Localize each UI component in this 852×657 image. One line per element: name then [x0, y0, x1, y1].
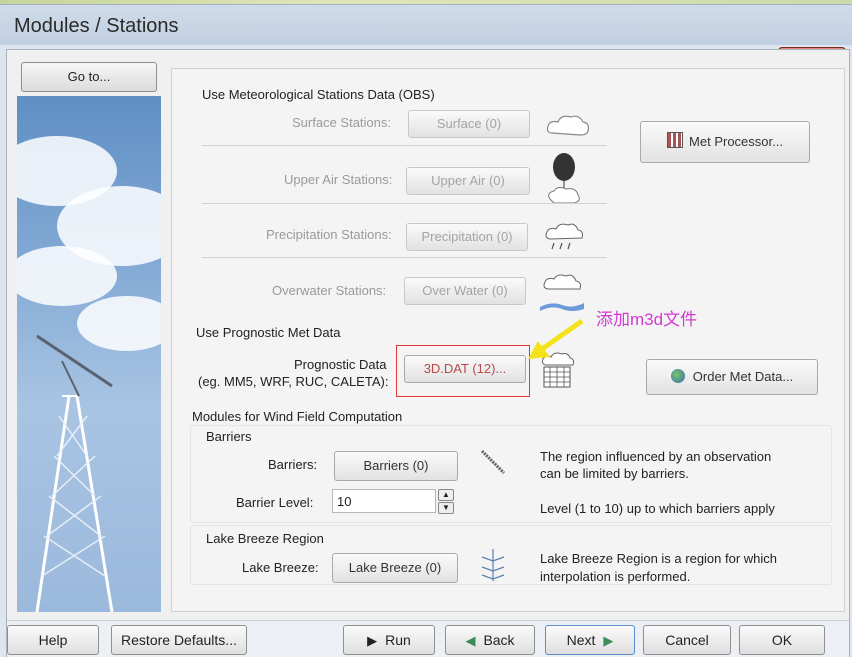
tower-image — [17, 96, 161, 612]
cancel-button[interactable]: Cancel — [643, 625, 731, 655]
prognostic-data-label: Prognostic Data — [294, 357, 387, 372]
surface-stations-label: Surface Stations: — [292, 115, 391, 130]
lake-breeze-label: Lake Breeze: — [242, 560, 319, 575]
surface-cloud-icon — [546, 115, 590, 136]
button-bar: Help Restore Defaults... ▶ Run ◀ Back Next… — [7, 620, 849, 657]
next-label: Next — [566, 632, 596, 648]
grid-icon — [667, 132, 684, 148]
precipitation-stations-label: Precipitation Stations: — [266, 227, 392, 242]
next-arrow-icon: ▶ — [603, 633, 614, 648]
back-label: Back — [483, 632, 515, 648]
upper-air-button[interactable]: Upper Air (0) — [406, 167, 530, 195]
rain-cloud-icon — [545, 223, 583, 250]
help-button[interactable]: Help — [7, 625, 99, 655]
order-met-data-button[interactable]: Order Met Data... — [646, 359, 818, 395]
settings-panel: Use Meteorological Stations Data (OBS) S… — [171, 68, 845, 612]
upper-air-stations-label: Upper Air Stations: — [284, 172, 393, 187]
spin-up-icon[interactable]: ▲ — [438, 489, 454, 501]
window-title: Modules / Stations — [14, 15, 179, 37]
highlight-box — [396, 345, 530, 397]
precipitation-button[interactable]: Precipitation (0) — [406, 223, 528, 251]
prognostic-examples-label: (eg. MM5, WRF, RUC, CALETA): — [198, 374, 389, 389]
met-processor-label: Met Processor... — [689, 134, 783, 149]
barriers-heading: Barriers — [206, 429, 252, 444]
barrier-level-spinner[interactable]: ▲ ▼ — [438, 489, 454, 514]
over-water-button[interactable]: Over Water (0) — [404, 277, 526, 305]
next-button[interactable]: Next ▶ — [545, 625, 635, 655]
back-arrow-icon: ◀ — [465, 633, 476, 648]
barrier-level-label: Barrier Level: — [236, 495, 314, 510]
surface-button[interactable]: Surface (0) — [408, 110, 530, 138]
prognostic-heading: Use Prognostic Met Data — [196, 325, 341, 340]
met-processor-button[interactable]: Met Processor... — [640, 121, 810, 163]
modules-stations-dialog: Modules / Stations X Go to... — [0, 4, 852, 657]
wind-heading: Modules for Wind Field Computation — [192, 409, 403, 424]
lake-breeze-heading: Lake Breeze Region — [206, 531, 324, 546]
play-icon: ▶ — [367, 633, 378, 648]
left-panel: Go to... — [7, 50, 167, 612]
globe-icon — [670, 369, 685, 383]
order-met-data-label: Order Met Data... — [692, 369, 794, 384]
obs-heading: Use Meteorological Stations Data (OBS) — [202, 87, 435, 102]
barriers-label: Barriers: — [268, 457, 318, 472]
barrier-level-desc: Level (1 to 10) up to which barriers app… — [540, 501, 775, 516]
barriers-button[interactable]: Barriers (0) — [334, 451, 458, 481]
title-bar: Modules / Stations — [0, 5, 852, 45]
run-label: Run — [385, 632, 411, 648]
ok-button[interactable]: OK — [739, 625, 825, 655]
run-button[interactable]: ▶ Run — [343, 625, 435, 655]
goto-button[interactable]: Go to... — [21, 62, 157, 92]
dialog-content: Go to... Use Meteorological Stations Dat… — [6, 49, 850, 657]
lake-breeze-desc-2: interpolation is performed. — [540, 569, 691, 584]
barrier-level-field[interactable]: 10 — [332, 489, 436, 513]
lake-breeze-desc-1: Lake Breeze Region is a region for which — [540, 551, 778, 566]
lake-breeze-icon — [481, 549, 505, 581]
barriers-desc-2: can be limited by barriers. — [540, 466, 689, 481]
back-button[interactable]: ◀ Back — [445, 625, 535, 655]
lake-breeze-button[interactable]: Lake Breeze (0) — [332, 553, 458, 583]
balloon-icon — [548, 153, 580, 204]
annotation-note: 添加m3d文件 — [596, 310, 698, 329]
spin-down-icon[interactable]: ▼ — [438, 502, 454, 514]
barriers-desc-1: The region influenced by an observation — [540, 449, 772, 464]
restore-defaults-button[interactable]: Restore Defaults... — [111, 625, 247, 655]
barrier-line-icon — [480, 449, 506, 475]
overwater-stations-label: Overwater Stations: — [272, 283, 387, 298]
annotation-arrow — [528, 318, 584, 359]
water-cloud-icon — [540, 274, 584, 311]
